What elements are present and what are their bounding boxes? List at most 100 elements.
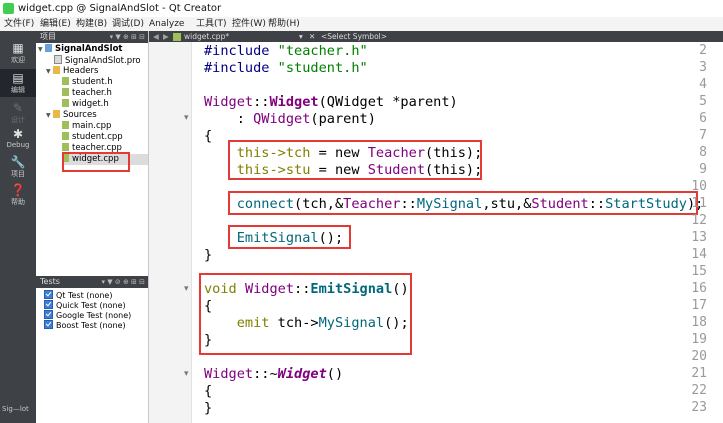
close-icon[interactable]: ✕ (309, 31, 315, 42)
menu-edit[interactable]: 编辑(E) (40, 17, 71, 31)
tests-pane-header: Tests ▾ ▼ ⊘ ⊕ ⊞ ⊟ (36, 276, 148, 288)
mode-selector: ▦ 欢迎 ▤ 编辑 ✎ 设计 ✱ Debug 🔧 项目 ❓ 帮助 Sig—lot (0, 31, 36, 423)
fold-marker-icon[interactable]: ▾ (184, 284, 189, 294)
edit-icon: ▤ (12, 71, 24, 85)
window-title: widget.cpp @ SignalAndSlot - Qt Creator (18, 3, 222, 14)
line-number: 2 (699, 43, 707, 58)
line-number: 22 (691, 383, 707, 398)
window-title-bar: widget.cpp @ SignalAndSlot - Qt Creator (0, 0, 723, 17)
chevron-down-icon[interactable]: ▼ (38, 44, 45, 55)
line-number: 3 (699, 60, 707, 75)
code-line: #include "student.h" (204, 60, 368, 76)
folder-icon (53, 110, 60, 118)
help-icon: ❓ (10, 183, 26, 197)
code-line: Widget::~Widget() (204, 366, 344, 382)
projects-pane-title: 项目 (40, 32, 56, 41)
line-number: 15 (691, 264, 707, 279)
tree-item-project[interactable]: ▼ SignalAndSlot (38, 44, 122, 55)
run-target-label[interactable]: Sig—lot (2, 405, 29, 413)
menu-file[interactable]: 文件(F) (4, 17, 34, 31)
line-number: 6 (699, 111, 707, 126)
line-number: 16 (691, 281, 707, 296)
mode-design[interactable]: ✎ 设计 (0, 99, 36, 127)
editor-tab-bar: ◀ ▶ widget.cpp* ▾ ✕ <Select Symbol> (149, 31, 723, 42)
symbol-selector[interactable]: <Select Symbol> (321, 31, 387, 42)
tree-item-sources[interactable]: ▼ Sources (46, 110, 97, 121)
pane-tool-icons[interactable]: ▾ ▼ ⊘ ⊕ ⊞ ⊟ (102, 276, 145, 288)
tree-item-main-cpp[interactable]: main.cpp (62, 121, 111, 132)
projects-sidebar: 项目 ▾ ▼ ⊕ ⊞ ⊟ ▼ SignalAndSlot SignalAndSlo… (36, 31, 149, 423)
highlight-box-emit-call (228, 225, 351, 249)
checkbox-checked-icon[interactable] (44, 290, 53, 299)
checkbox-checked-icon[interactable] (44, 320, 53, 329)
checkbox-checked-icon[interactable] (44, 300, 53, 309)
header-file-icon (62, 77, 69, 85)
menu-help[interactable]: 帮助(H) (268, 17, 300, 31)
wrench-icon: 🔧 (10, 155, 26, 169)
highlight-box-emitsignal-function (199, 273, 412, 355)
tree-item-student-cpp[interactable]: student.cpp (62, 132, 123, 143)
menu-build[interactable]: 构建(B) (76, 17, 107, 31)
mode-welcome[interactable]: ▦ 欢迎 (0, 39, 36, 67)
checkbox-checked-icon[interactable] (44, 310, 53, 319)
fold-marker-icon[interactable]: ▾ (184, 369, 189, 379)
tests-pane-title: Tests (40, 277, 60, 286)
pencil-icon: ✎ (12, 101, 24, 115)
line-number: 9 (699, 162, 707, 177)
source-file-icon (173, 33, 181, 41)
pane-tool-icons[interactable]: ▾ ▼ ⊕ ⊞ ⊟ (110, 31, 145, 43)
code-line: #include "teacher.h" (204, 43, 368, 59)
line-number: 13 (691, 230, 707, 245)
tree-item-headers[interactable]: ▼ Headers (46, 66, 98, 77)
highlight-box-new-objects (228, 140, 482, 180)
chevron-down-icon[interactable]: ▼ (46, 66, 53, 77)
source-file-icon (62, 143, 69, 151)
line-number: 12 (691, 213, 707, 228)
menu-analyze[interactable]: Analyze (149, 17, 184, 31)
tree-item-teacher-h[interactable]: teacher.h (62, 88, 112, 99)
nav-back-icon[interactable]: ◀ (153, 31, 159, 42)
chevron-down-icon[interactable]: ▾ (299, 31, 303, 42)
line-number: 8 (699, 145, 707, 160)
menu-debug[interactable]: 调试(D) (112, 17, 144, 31)
menu-tools[interactable]: 工具(T) (196, 17, 227, 31)
nav-forward-icon[interactable]: ▶ (163, 31, 169, 42)
test-item-boost[interactable]: Boost Test (none) (44, 320, 126, 331)
bug-icon: ✱ (12, 127, 24, 141)
source-file-icon (62, 132, 69, 140)
project-icon (45, 44, 52, 52)
selected-file-highlight-box (62, 152, 130, 172)
line-number: 18 (691, 315, 707, 330)
line-number: 23 (691, 400, 707, 415)
line-number-gutter (149, 42, 192, 423)
line-number: 5 (699, 94, 707, 109)
line-number: 11 (691, 196, 707, 211)
code-line: : QWidget(parent) (236, 111, 376, 127)
line-number: 19 (691, 332, 707, 347)
line-number: 20 (691, 349, 707, 364)
grid-icon: ▦ (12, 41, 24, 55)
code-line: } (204, 247, 213, 263)
current-file-tab[interactable]: widget.cpp* (184, 31, 229, 42)
mode-projects[interactable]: 🔧 项目 (0, 153, 36, 181)
code-editor[interactable]: ▾ ▾ ▾ #include "teacher.h" #include "stu… (149, 42, 723, 423)
menu-widgets[interactable]: 控件(W) (232, 17, 266, 31)
code-line: { (204, 383, 213, 399)
line-number: 7 (699, 128, 707, 143)
mode-help[interactable]: ❓ 帮助 (0, 181, 36, 209)
fold-marker-icon[interactable]: ▾ (184, 113, 189, 123)
tree-item-student-h[interactable]: student.h (62, 77, 113, 88)
mode-debug[interactable]: ✱ Debug (0, 125, 36, 153)
header-file-icon (62, 99, 69, 107)
header-file-icon (62, 88, 69, 96)
folder-icon (53, 66, 60, 74)
mode-edit[interactable]: ▤ 编辑 (0, 69, 36, 97)
tree-item-pro-file[interactable]: SignalAndSlot.pro (54, 55, 141, 66)
line-number: 4 (699, 77, 707, 92)
line-number: 10 (691, 179, 707, 194)
code-line: Widget::Widget(QWidget *parent) (204, 94, 458, 110)
chevron-down-icon[interactable]: ▼ (46, 110, 53, 121)
source-file-icon (62, 121, 69, 129)
tree-item-widget-h[interactable]: widget.h (62, 99, 109, 110)
projects-pane-header: 项目 ▾ ▼ ⊕ ⊞ ⊟ (36, 31, 148, 43)
